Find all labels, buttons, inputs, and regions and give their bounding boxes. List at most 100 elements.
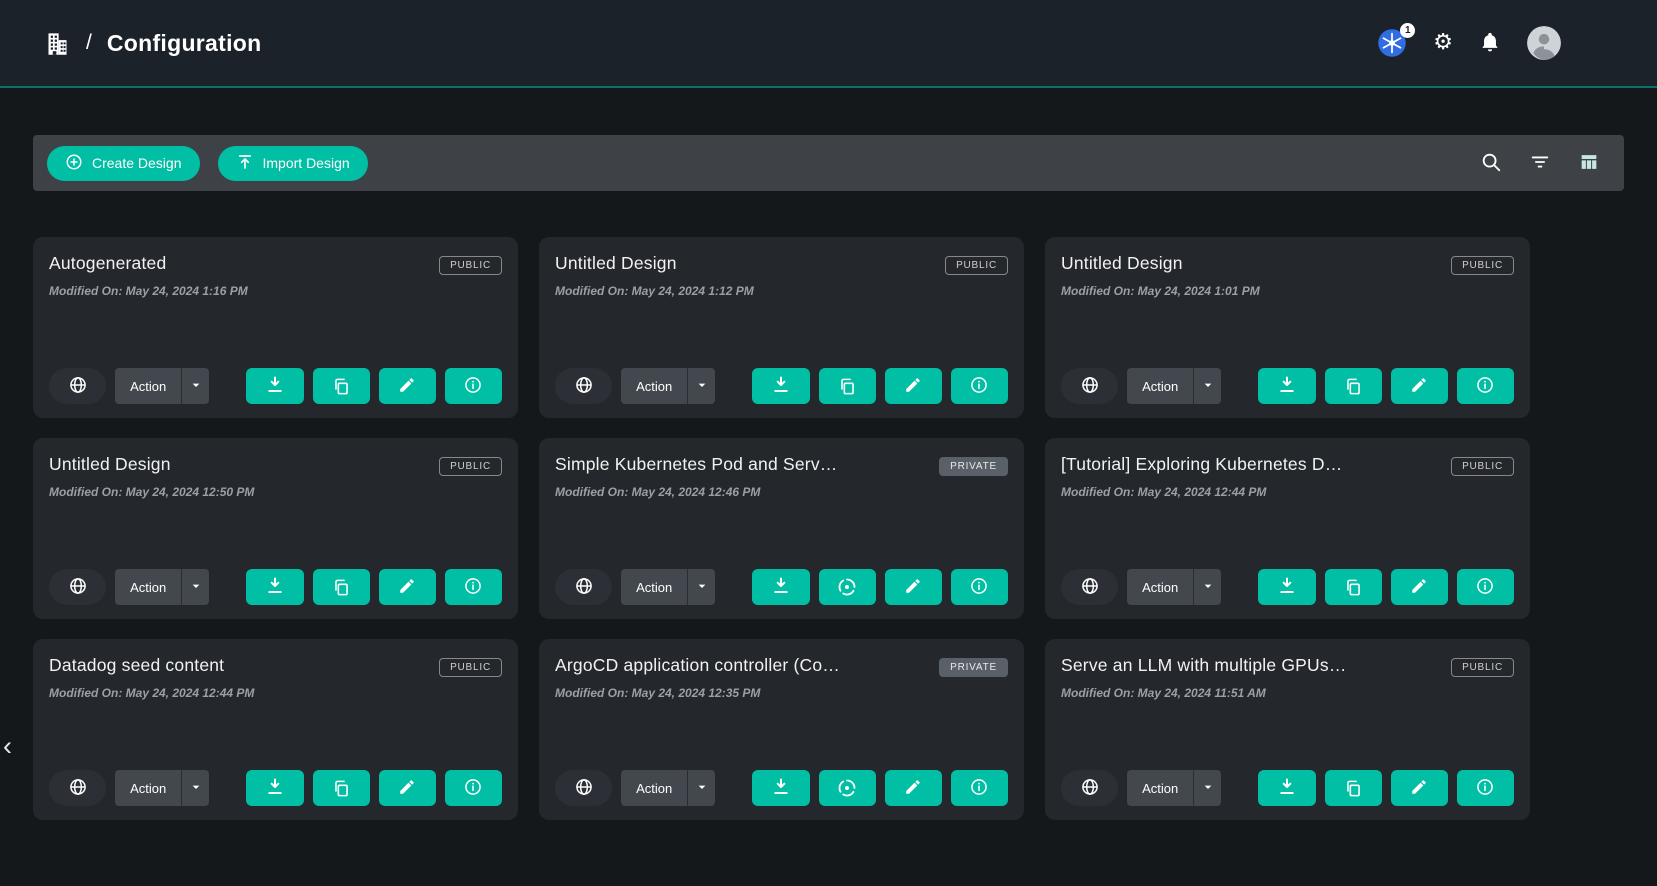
action-dropdown-button[interactable]	[181, 569, 209, 605]
action-dropdown-button[interactable]	[1193, 569, 1221, 605]
visibility-globe-button[interactable]	[1061, 569, 1118, 605]
action-button[interactable]: Action	[1127, 368, 1193, 404]
card-actions-row: Action	[49, 368, 502, 404]
action-dropdown-button[interactable]	[687, 770, 715, 806]
visibility-globe-button[interactable]	[49, 368, 106, 404]
design-info-button[interactable]	[445, 770, 502, 806]
design-info-button[interactable]	[1457, 368, 1514, 404]
card-clone-button[interactable]	[1325, 770, 1382, 806]
design-info-button[interactable]	[951, 368, 1008, 404]
action-dropdown-button[interactable]	[181, 770, 209, 806]
download-icon	[771, 777, 791, 800]
visibility-badge: PUBLIC	[1451, 658, 1514, 677]
card-clone-button[interactable]	[1325, 569, 1382, 605]
visibility-badge: PUBLIC	[1451, 457, 1514, 476]
design-title: Untitled Design	[1061, 253, 1183, 274]
action-button[interactable]: Action	[621, 569, 687, 605]
download-design-button[interactable]	[1258, 368, 1315, 404]
edit-design-button[interactable]	[379, 368, 436, 404]
card-clone-button[interactable]	[1325, 368, 1382, 404]
visibility-globe-button[interactable]	[555, 569, 612, 605]
action-dropdown-button[interactable]	[687, 368, 715, 404]
visibility-globe-button[interactable]	[1061, 770, 1118, 806]
action-dropdown-button[interactable]	[1193, 368, 1221, 404]
download-design-button[interactable]	[752, 569, 809, 605]
modified-date: Modified On: May 24, 2024 11:51 AM	[1061, 686, 1514, 700]
card-clone-button[interactable]	[313, 569, 370, 605]
card-header-row: Serve an LLM with multiple GPUs… PUBLIC	[1061, 655, 1514, 677]
card-header-row: Untitled Design PUBLIC	[1061, 253, 1514, 275]
modified-date: Modified On: May 24, 2024 12:46 PM	[555, 485, 1008, 499]
download-design-button[interactable]	[1258, 569, 1315, 605]
kubernetes-context-button[interactable]: 1	[1377, 28, 1407, 58]
design-card: Untitled Design PUBLIC Modified On: May …	[1045, 237, 1530, 418]
card-clone-button[interactable]	[819, 770, 876, 806]
design-info-button[interactable]	[445, 569, 502, 605]
download-icon	[1277, 576, 1297, 599]
design-info-button[interactable]	[445, 368, 502, 404]
action-dropdown-button[interactable]	[687, 569, 715, 605]
card-clone-button[interactable]	[819, 368, 876, 404]
design-info-button[interactable]	[1457, 770, 1514, 806]
globe-icon	[68, 375, 88, 398]
globe-icon	[68, 777, 88, 800]
info-icon	[1475, 576, 1495, 599]
design-card: Serve an LLM with multiple GPUs… PUBLIC …	[1045, 639, 1530, 820]
download-design-button[interactable]	[752, 770, 809, 806]
action-dropdown-button[interactable]	[1193, 770, 1221, 806]
table-view-button[interactable]	[1578, 151, 1600, 176]
action-button[interactable]: Action	[115, 368, 181, 404]
edit-design-button[interactable]	[885, 569, 942, 605]
copy-icon	[332, 779, 351, 798]
swirl-icon	[837, 577, 857, 597]
settings-button[interactable]: ⚙	[1433, 32, 1453, 54]
visibility-badge: PUBLIC	[439, 256, 502, 275]
edit-design-button[interactable]	[1391, 569, 1448, 605]
organization-building-icon[interactable]	[44, 30, 71, 57]
pencil-icon	[398, 577, 416, 598]
card-clone-button[interactable]	[313, 770, 370, 806]
action-button[interactable]: Action	[1127, 569, 1193, 605]
edit-design-button[interactable]	[1391, 770, 1448, 806]
download-design-button[interactable]	[246, 569, 303, 605]
action-button[interactable]: Action	[115, 770, 181, 806]
card-clone-button[interactable]	[313, 368, 370, 404]
visibility-globe-button[interactable]	[1061, 368, 1118, 404]
edit-design-button[interactable]	[379, 770, 436, 806]
card-actions-row: Action	[555, 368, 1008, 404]
action-split-button: Action	[1127, 770, 1221, 806]
edit-design-button[interactable]	[1391, 368, 1448, 404]
download-design-button[interactable]	[752, 368, 809, 404]
action-button[interactable]: Action	[1127, 770, 1193, 806]
action-button[interactable]: Action	[621, 368, 687, 404]
visibility-globe-button[interactable]	[555, 368, 612, 404]
edit-design-button[interactable]	[885, 770, 942, 806]
visibility-globe-button[interactable]	[555, 770, 612, 806]
filter-button[interactable]	[1529, 151, 1551, 176]
design-info-button[interactable]	[951, 569, 1008, 605]
download-design-button[interactable]	[246, 770, 303, 806]
import-design-button[interactable]: Import Design	[218, 146, 368, 181]
collapse-panel-chevron[interactable]: ‹	[3, 733, 12, 760]
visibility-globe-button[interactable]	[49, 569, 106, 605]
chevron-down-icon	[188, 779, 204, 798]
modified-date: Modified On: May 24, 2024 1:16 PM	[49, 284, 502, 298]
card-clone-button[interactable]	[819, 569, 876, 605]
download-design-button[interactable]	[1258, 770, 1315, 806]
action-split-button: Action	[621, 368, 715, 404]
action-dropdown-button[interactable]	[181, 368, 209, 404]
design-info-button[interactable]	[1457, 569, 1514, 605]
card-header-row: Datadog seed content PUBLIC	[49, 655, 502, 677]
search-button[interactable]	[1480, 151, 1502, 176]
edit-design-button[interactable]	[885, 368, 942, 404]
notifications-button[interactable]	[1479, 31, 1501, 56]
user-avatar[interactable]	[1527, 26, 1561, 60]
action-split-button: Action	[621, 770, 715, 806]
create-design-button[interactable]: Create Design	[47, 146, 200, 181]
edit-design-button[interactable]	[379, 569, 436, 605]
design-info-button[interactable]	[951, 770, 1008, 806]
action-button[interactable]: Action	[115, 569, 181, 605]
download-design-button[interactable]	[246, 368, 303, 404]
visibility-globe-button[interactable]	[49, 770, 106, 806]
action-button[interactable]: Action	[621, 770, 687, 806]
